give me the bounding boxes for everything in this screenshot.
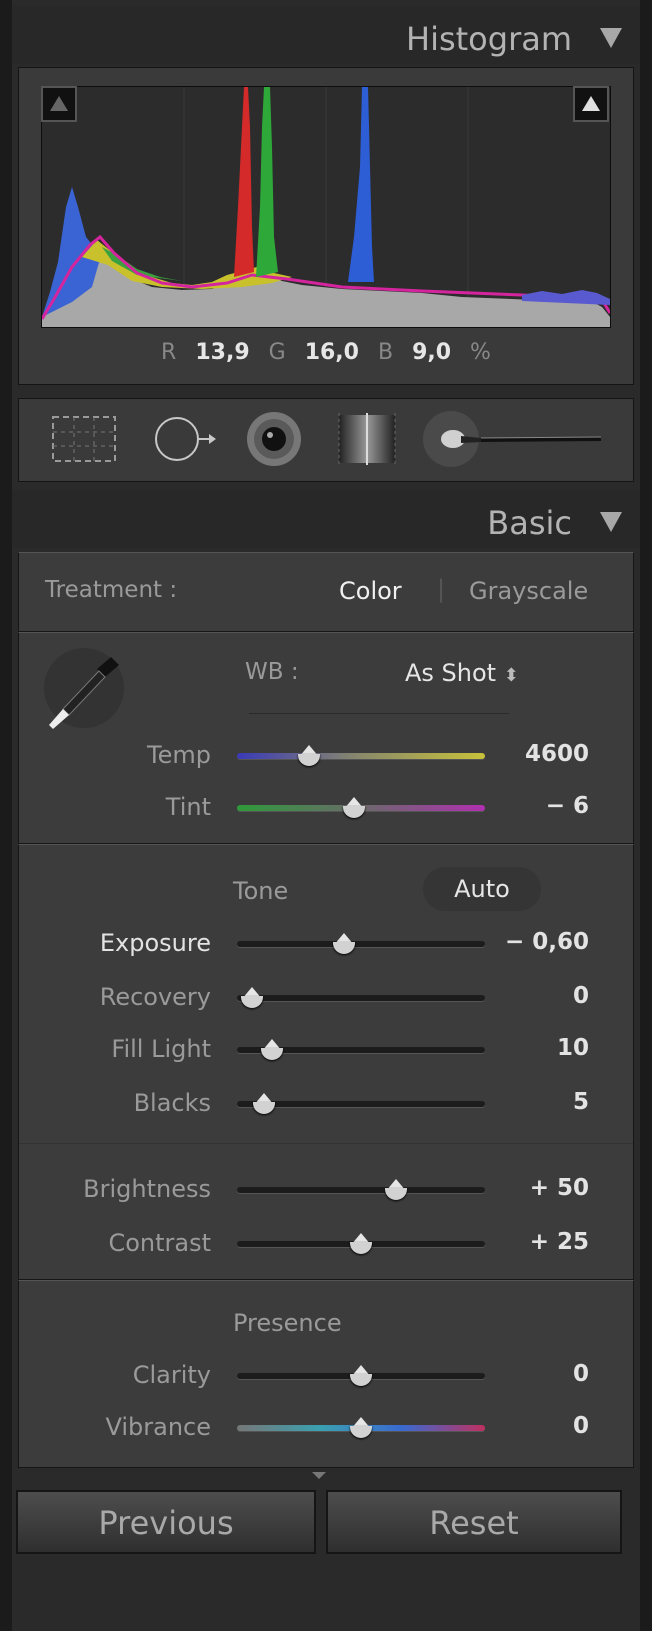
develop-right-panel: Histogram R 13,9 G 16,0 B 9,0 % Basic Tr… — [12, 0, 640, 1631]
wb-label: WB : — [245, 659, 299, 685]
clarity-label: Clarity — [132, 1361, 211, 1389]
basic-header[interactable]: Basic — [12, 490, 640, 548]
contrast-value[interactable]: + 25 — [530, 1229, 589, 1255]
red-eye-icon[interactable] — [245, 411, 305, 471]
brightness-slider-thumb[interactable] — [384, 1179, 408, 1201]
histogram-graph[interactable] — [41, 86, 611, 328]
recovery-label: Recovery — [99, 983, 211, 1011]
histogram-readout: R 13,9 G 16,0 B 9,0 % — [19, 340, 633, 365]
fill-light-slider-thumb[interactable] — [260, 1039, 284, 1061]
collapse-triangle-icon[interactable] — [600, 28, 622, 48]
contrast-slider-track[interactable] — [237, 1233, 485, 1254]
triangle-up-icon — [582, 96, 600, 111]
reset-button[interactable]: Reset — [326, 1490, 622, 1554]
updown-arrows-icon: ⬍ — [503, 665, 519, 686]
contrast-slider-thumb[interactable] — [349, 1233, 373, 1255]
recovery-slider-track[interactable] — [237, 987, 485, 1008]
r-label: R — [161, 340, 177, 365]
crop-overlay-icon[interactable] — [49, 413, 119, 469]
histogram-chart — [42, 87, 610, 327]
vibrance-slider-thumb[interactable] — [349, 1417, 373, 1439]
r-value: 13,9 — [195, 340, 250, 365]
highlight-clipping-toggle[interactable] — [573, 86, 609, 122]
b-value: 9,0 — [412, 340, 452, 365]
exposure-value[interactable]: − 0,60 — [505, 929, 589, 955]
b-label: B — [377, 340, 394, 365]
blacks-slider-thumb[interactable] — [252, 1093, 276, 1115]
tool-strip — [18, 398, 634, 482]
contrast-label: Contrast — [108, 1229, 211, 1257]
vibrance-value[interactable]: 0 — [573, 1413, 589, 1439]
exposure-label: Exposure — [99, 929, 211, 957]
wb-select[interactable]: As Shot ⬍ — [405, 659, 519, 687]
treatment-label: Treatment : — [45, 577, 178, 603]
histogram-title: Histogram — [406, 20, 572, 58]
tone-section: Tone Auto Exposure − 0,60 Recovery 0 Fil… — [18, 844, 634, 1280]
clarity-value[interactable]: 0 — [573, 1361, 589, 1387]
panel-end-marker-icon — [312, 1472, 326, 1479]
recovery-slider-thumb[interactable] — [240, 987, 264, 1009]
blacks-slider-track[interactable] — [237, 1093, 485, 1114]
temp-slider-track[interactable] — [237, 745, 485, 766]
previous-button[interactable]: Previous — [16, 1490, 316, 1554]
blacks-label: Blacks — [133, 1089, 211, 1117]
brightness-slider-track[interactable] — [237, 1179, 485, 1200]
treatment-section: Treatment : Color | Grayscale — [18, 552, 634, 632]
eyedropper-icon[interactable] — [39, 643, 129, 737]
g-label: G — [268, 340, 286, 365]
auto-tone-button[interactable]: Auto — [423, 867, 541, 911]
clarity-slider-thumb[interactable] — [349, 1365, 373, 1387]
brightness-label: Brightness — [83, 1175, 211, 1203]
tint-value[interactable]: − 6 — [546, 793, 589, 819]
vibrance-slider-track[interactable] — [237, 1417, 485, 1438]
treatment-separator: | — [437, 575, 446, 603]
temp-value[interactable]: 4600 — [525, 741, 589, 767]
presence-section: Presence Clarity 0 Vibrance 0 — [18, 1280, 634, 1468]
exposure-slider-track[interactable] — [237, 933, 485, 954]
histogram-box: R 13,9 G 16,0 B 9,0 % — [18, 67, 634, 385]
wb-divider — [249, 713, 509, 714]
temp-label: Temp — [147, 741, 211, 769]
g-value: 16,0 — [304, 340, 359, 365]
tint-label: Tint — [165, 793, 211, 821]
wb-value: As Shot — [405, 659, 497, 687]
temp-slider-thumb[interactable] — [297, 745, 321, 767]
blacks-value[interactable]: 5 — [573, 1089, 589, 1115]
graduated-filter-icon[interactable] — [331, 411, 401, 471]
collapse-triangle-icon[interactable] — [600, 512, 622, 532]
triangle-up-icon — [50, 96, 68, 111]
fill-light-slider-track[interactable] — [237, 1039, 485, 1060]
tone-divider — [19, 1143, 633, 1144]
spot-removal-icon[interactable] — [151, 413, 231, 469]
adjustment-brush-icon[interactable] — [421, 409, 611, 473]
brightness-value[interactable]: + 50 — [530, 1175, 589, 1201]
percent-unit: % — [470, 340, 491, 365]
treatment-grayscale-option[interactable]: Grayscale — [469, 577, 588, 605]
tint-slider-thumb[interactable] — [342, 797, 366, 819]
fill-light-value[interactable]: 10 — [557, 1035, 589, 1061]
white-balance-section: WB : As Shot ⬍ Temp 4600 Tint − 6 — [18, 632, 634, 844]
shadow-clipping-toggle[interactable] — [41, 86, 77, 122]
histogram-header[interactable]: Histogram — [12, 6, 640, 64]
presence-label: Presence — [233, 1309, 342, 1337]
clarity-slider-track[interactable] — [237, 1365, 485, 1386]
tone-label: Tone — [233, 877, 289, 905]
treatment-color-option[interactable]: Color — [339, 577, 402, 605]
exposure-slider-thumb[interactable] — [332, 933, 356, 955]
fill-light-label: Fill Light — [111, 1035, 211, 1063]
tint-slider-track[interactable] — [237, 797, 485, 818]
basic-title: Basic — [487, 504, 572, 542]
vibrance-label: Vibrance — [105, 1413, 211, 1441]
recovery-value[interactable]: 0 — [573, 983, 589, 1009]
